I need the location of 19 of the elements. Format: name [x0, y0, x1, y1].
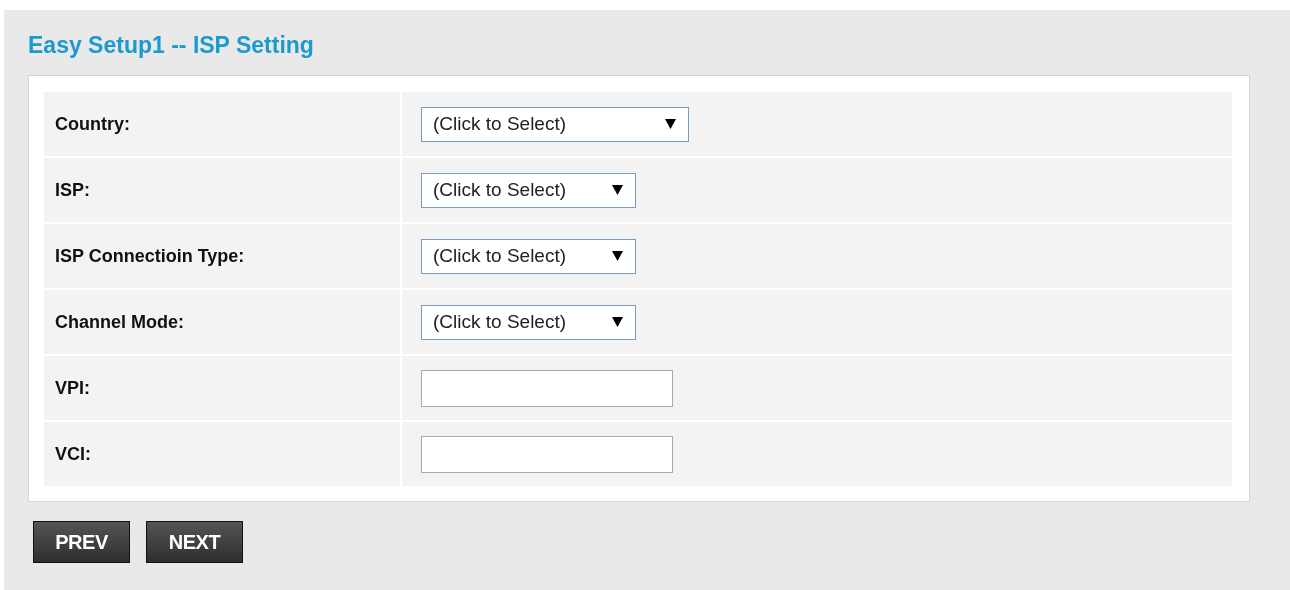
caret-icon [612, 317, 623, 327]
select-dropdown[interactable]: (Click to Select) [421, 106, 689, 142]
caret-icon [612, 185, 623, 195]
page-title: Easy Setup1 -- ISP Setting [28, 32, 315, 60]
select-dropdown[interactable]: (Click to Select) [421, 304, 636, 340]
select-dropdown[interactable]: (Click to Select) [421, 238, 636, 274]
field-label: Country: [55, 113, 130, 135]
field-label: ISP: [55, 179, 90, 201]
field-label: VPI: [55, 377, 90, 399]
input-field[interactable] [421, 369, 673, 407]
caret-icon [612, 251, 623, 261]
field-label: Channel Mode: [55, 311, 184, 333]
nav-button[interactable]: NEXT [146, 521, 243, 563]
nav-button[interactable]: PREV [33, 521, 130, 563]
select-dropdown[interactable]: (Click to Select) [421, 172, 636, 208]
field-label: VCI: [55, 443, 91, 465]
field-label: ISP Connectioin Type: [55, 245, 245, 267]
input-field[interactable] [421, 435, 673, 473]
caret-icon [665, 119, 676, 129]
